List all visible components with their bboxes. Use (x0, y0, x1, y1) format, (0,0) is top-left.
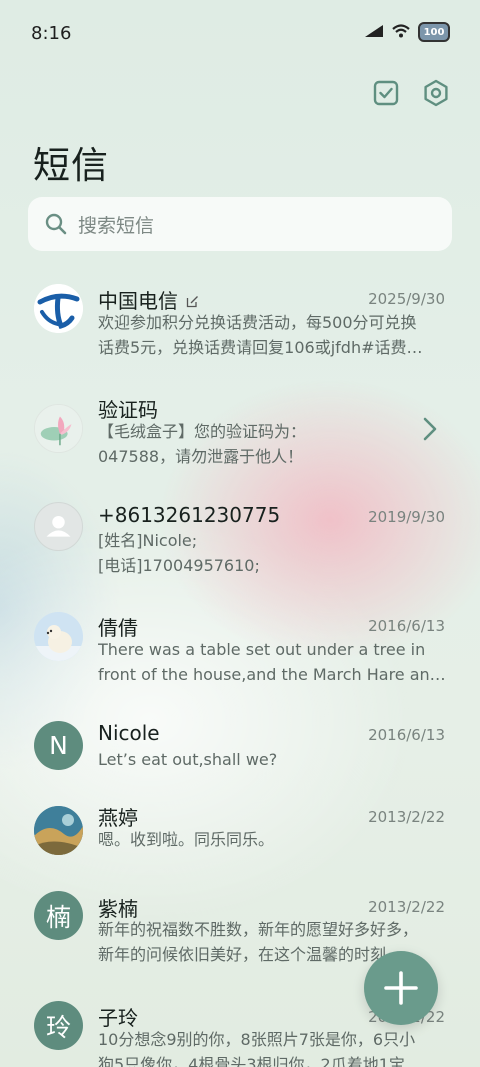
message-date: 2016/6/13 (368, 726, 445, 744)
message-preview: [姓名]Nicole; [电话]17004957610; (98, 531, 260, 575)
avatar: N (34, 721, 83, 770)
avatar-letter: 玲 (45, 1012, 71, 1042)
avatar (34, 284, 83, 333)
conversation-item[interactable]: 验证码 【毛绒盒子】您的验证码为： 047588，请勿泄露于他人！ (0, 380, 480, 488)
chevron-right-icon (423, 417, 437, 441)
status-bar: 8:16 100 (0, 0, 480, 68)
message-date: 2019/9/30 (368, 508, 445, 526)
edit-icon (187, 296, 199, 308)
default-contact-icon (46, 515, 71, 537)
checkbox-icon (373, 80, 399, 106)
conversation-item[interactable]: N Nicole 2016/6/13 Let’s eat out,shall w… (0, 706, 480, 790)
batch-select-button[interactable] (372, 79, 400, 107)
settings-hexagon-icon (424, 79, 448, 107)
avatar (34, 612, 83, 661)
avatar-letter: 楠 (45, 902, 71, 932)
conversation-item[interactable]: 中国电信 2025/9/30 欢迎参加积分兑换话费活动，每500分可兑换 话费5… (0, 270, 480, 380)
conversation-item[interactable]: +8613261230775 2019/9/30 [姓名]Nicole; [电话… (0, 488, 480, 598)
message-preview: 10分想念9别的你，8张照片7张是你，6只小 狗5只像你，4根骨头3根归你，2爪… (98, 1030, 416, 1067)
search-placeholder: 搜索短信 (78, 214, 155, 237)
wifi-icon (392, 23, 410, 42)
settings-button[interactable] (422, 79, 450, 107)
message-date: 2025/9/30 (368, 290, 445, 308)
message-preview: 欢迎参加积分兑换话费活动，每500分可兑换 话费5元，兑换话费请回复106或jf… (98, 313, 423, 357)
message-date: 2013/2/22 (368, 808, 445, 826)
conversation-item[interactable]: 燕婷 2013/2/22 嗯。收到啦。同乐同乐。 (0, 790, 480, 880)
conversation-item[interactable]: 倩倩 2016/6/13 There was a table set out u… (0, 598, 480, 706)
avatar: 楠 (34, 891, 83, 940)
message-date: 2016/6/13 (368, 617, 445, 635)
contact-name: Nicole (98, 721, 160, 745)
message-preview: 【毛绒盒子】您的验证码为： 047588，请勿泄露于他人！ (98, 422, 307, 466)
message-preview: Let’s eat out,shall we? (98, 750, 278, 769)
search-bar[interactable]: 搜索短信 (28, 197, 452, 251)
compose-button[interactable] (364, 951, 438, 1025)
battery-icon: 100 (418, 22, 450, 42)
message-preview: 嗯。收到啦。同乐同乐。 (98, 830, 275, 849)
avatar: 玲 (34, 1001, 83, 1050)
search-icon (45, 213, 67, 235)
top-actions (372, 79, 450, 107)
avatar-letter: N (49, 731, 68, 760)
contact-name: +8613261230775 (98, 503, 281, 527)
signal-icon (364, 23, 384, 42)
status-time: 8:16 (31, 23, 72, 44)
page-title: 短信 (33, 144, 109, 187)
plus-icon (384, 971, 418, 1005)
avatar (34, 404, 83, 453)
avatar (34, 806, 83, 855)
message-preview: There was a table set out under a tree i… (98, 640, 446, 684)
status-icons: 100 (364, 22, 450, 42)
message-date: 2013/2/22 (368, 898, 445, 916)
avatar (34, 502, 83, 551)
